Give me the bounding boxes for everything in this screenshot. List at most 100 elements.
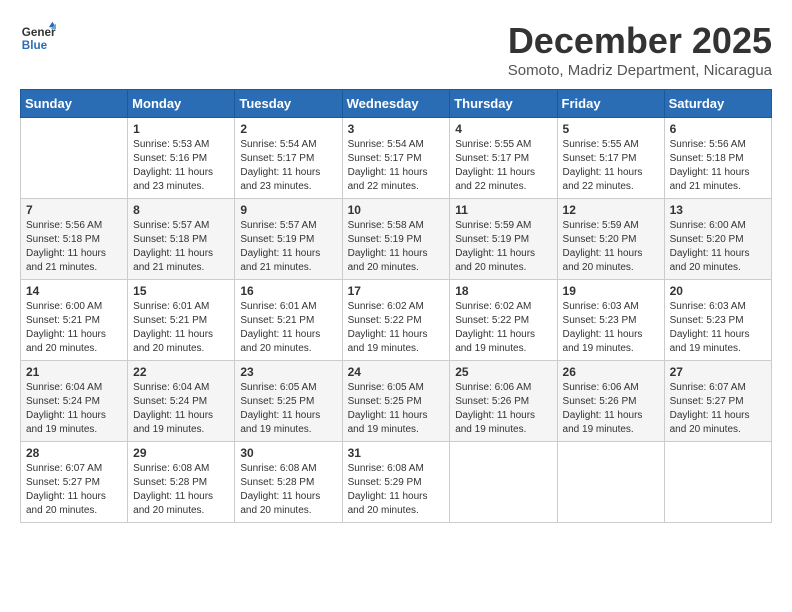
week-row-1: 1 Sunrise: 5:53 AMSunset: 5:16 PMDaylight… [21, 118, 772, 199]
page-header: General Blue December 2025 Somoto, Madri… [20, 20, 772, 79]
day-info: Sunrise: 6:08 AMSunset: 5:28 PMDaylight:… [240, 462, 336, 518]
header-cell-wednesday: Wednesday [342, 90, 450, 118]
svg-text:General: General [22, 26, 56, 39]
day-cell-30: 30 Sunrise: 6:08 AMSunset: 5:28 PMDayligh… [235, 442, 342, 523]
week-row-3: 14 Sunrise: 6:00 AMSunset: 5:21 PMDayligh… [21, 280, 772, 361]
day-cell-28: 28Sunrise: 6:07 AMSunset: 5:27 PMDayligh… [21, 442, 128, 523]
day-number: 20 [670, 284, 766, 298]
day-cell-24: 24 Sunrise: 6:05 AMSunset: 5:25 PMDayligh… [342, 361, 450, 442]
day-cell-31: 31 Sunrise: 6:08 AMSunset: 5:29 PMDayligh… [342, 442, 450, 523]
day-number: 29 [133, 446, 229, 460]
empty-cell [21, 118, 128, 199]
week-row-2: 7 Sunrise: 5:56 AMSunset: 5:18 PMDaylight… [21, 199, 772, 280]
day-info: Sunrise: 6:06 AMSunset: 5:26 PMDaylight:… [563, 381, 659, 437]
day-cell-25: 25Sunrise: 6:06 AMSunset: 5:26 PMDayligh… [450, 361, 557, 442]
day-cell-15: 15 Sunrise: 6:01 AMSunset: 5:21 PMDayligh… [128, 280, 235, 361]
day-info: Sunrise: 5:53 AMSunset: 5:16 PMDaylight:… [133, 138, 229, 194]
day-number: 31 [348, 446, 445, 460]
day-info: Sunrise: 6:00 AMSunset: 5:21 PMDaylight:… [26, 300, 122, 356]
day-cell-26: 26 Sunrise: 6:06 AMSunset: 5:26 PMDayligh… [557, 361, 664, 442]
day-info: Sunrise: 5:55 AMSunset: 5:17 PMDaylight:… [455, 138, 551, 194]
day-cell-1: 1 Sunrise: 5:53 AMSunset: 5:16 PMDaylight… [128, 118, 235, 199]
day-info: Sunrise: 6:05 AMSunset: 5:25 PMDaylight:… [348, 381, 445, 437]
day-cell-2: 2 Sunrise: 5:54 AMSunset: 5:17 PMDaylight… [235, 118, 342, 199]
day-info: Sunrise: 5:57 AMSunset: 5:19 PMDaylight:… [240, 219, 336, 275]
day-info: Sunrise: 5:56 AMSunset: 5:18 PMDaylight:… [26, 219, 122, 275]
day-number: 4 [455, 122, 551, 136]
day-number: 25 [455, 365, 551, 379]
day-info: Sunrise: 6:01 AMSunset: 5:21 PMDaylight:… [240, 300, 336, 356]
day-number: 11 [455, 203, 551, 217]
day-cell-9: 9 Sunrise: 5:57 AMSunset: 5:19 PMDaylight… [235, 199, 342, 280]
day-info: Sunrise: 6:00 AMSunset: 5:20 PMDaylight:… [670, 219, 766, 275]
day-number: 24 [348, 365, 445, 379]
calendar-body: 1 Sunrise: 5:53 AMSunset: 5:16 PMDaylight… [21, 118, 772, 523]
empty-cell [664, 442, 771, 523]
day-cell-18: 18Sunrise: 6:02 AMSunset: 5:22 PMDayligh… [450, 280, 557, 361]
day-info: Sunrise: 5:58 AMSunset: 5:19 PMDaylight:… [348, 219, 445, 275]
day-info: Sunrise: 5:55 AMSunset: 5:17 PMDaylight:… [563, 138, 659, 194]
day-number: 30 [240, 446, 336, 460]
day-number: 23 [240, 365, 336, 379]
header-cell-thursday: Thursday [450, 90, 557, 118]
location: Somoto, Madriz Department, Nicaragua [508, 62, 772, 79]
day-info: Sunrise: 5:59 AMSunset: 5:19 PMDaylight:… [455, 219, 551, 275]
day-info: Sunrise: 6:05 AMSunset: 5:25 PMDaylight:… [240, 381, 336, 437]
day-number: 16 [240, 284, 336, 298]
day-info: Sunrise: 6:08 AMSunset: 5:29 PMDaylight:… [348, 462, 445, 518]
day-info: Sunrise: 6:08 AMSunset: 5:28 PMDaylight:… [133, 462, 229, 518]
day-cell-13: 13 Sunrise: 6:00 AMSunset: 5:20 PMDayligh… [664, 199, 771, 280]
day-number: 7 [26, 203, 122, 217]
day-number: 26 [563, 365, 659, 379]
day-info: Sunrise: 6:07 AMSunset: 5:27 PMDaylight:… [670, 381, 766, 437]
day-number: 27 [670, 365, 766, 379]
day-number: 2 [240, 122, 336, 136]
title-section: December 2025 Somoto, Madriz Department,… [508, 20, 772, 79]
day-number: 6 [670, 122, 766, 136]
day-cell-12: 12Sunrise: 5:59 AMSunset: 5:20 PMDayligh… [557, 199, 664, 280]
day-number: 13 [670, 203, 766, 217]
day-cell-5: 5 Sunrise: 5:55 AMSunset: 5:17 PMDaylight… [557, 118, 664, 199]
day-number: 17 [348, 284, 445, 298]
day-number: 28 [26, 446, 122, 460]
day-cell-3: 3Sunrise: 5:54 AMSunset: 5:17 PMDaylight… [342, 118, 450, 199]
day-number: 1 [133, 122, 229, 136]
day-number: 8 [133, 203, 229, 217]
day-info: Sunrise: 6:01 AMSunset: 5:21 PMDaylight:… [133, 300, 229, 356]
day-cell-29: 29 Sunrise: 6:08 AMSunset: 5:28 PMDayligh… [128, 442, 235, 523]
day-cell-22: 22 Sunrise: 6:04 AMSunset: 5:24 PMDayligh… [128, 361, 235, 442]
month-title: December 2025 [508, 20, 772, 62]
day-number: 15 [133, 284, 229, 298]
day-number: 21 [26, 365, 122, 379]
day-info: Sunrise: 6:02 AMSunset: 5:22 PMDaylight:… [348, 300, 445, 356]
day-info: Sunrise: 6:04 AMSunset: 5:24 PMDaylight:… [133, 381, 229, 437]
day-number: 12 [563, 203, 659, 217]
day-cell-10: 10 Sunrise: 5:58 AMSunset: 5:19 PMDayligh… [342, 199, 450, 280]
header-cell-saturday: Saturday [664, 90, 771, 118]
day-info: Sunrise: 5:57 AMSunset: 5:18 PMDaylight:… [133, 219, 229, 275]
calendar-table: SundayMondayTuesdayWednesdayThursdayFrid… [20, 89, 772, 523]
day-number: 3 [348, 122, 445, 136]
header-cell-monday: Monday [128, 90, 235, 118]
day-cell-23: 23 Sunrise: 6:05 AMSunset: 5:25 PMDayligh… [235, 361, 342, 442]
day-cell-17: 17 Sunrise: 6:02 AMSunset: 5:22 PMDayligh… [342, 280, 450, 361]
day-info: Sunrise: 6:04 AMSunset: 5:24 PMDaylight:… [26, 381, 122, 437]
day-number: 14 [26, 284, 122, 298]
day-cell-27: 27 Sunrise: 6:07 AMSunset: 5:27 PMDayligh… [664, 361, 771, 442]
calendar-header: SundayMondayTuesdayWednesdayThursdayFrid… [21, 90, 772, 118]
day-number: 9 [240, 203, 336, 217]
day-info: Sunrise: 6:03 AMSunset: 5:23 PMDaylight:… [563, 300, 659, 356]
day-number: 10 [348, 203, 445, 217]
header-cell-sunday: Sunday [21, 90, 128, 118]
day-cell-11: 11 Sunrise: 5:59 AMSunset: 5:19 PMDayligh… [450, 199, 557, 280]
header-cell-tuesday: Tuesday [235, 90, 342, 118]
day-info: Sunrise: 5:54 AMSunset: 5:17 PMDaylight:… [240, 138, 336, 194]
svg-text:Blue: Blue [22, 39, 48, 52]
day-number: 5 [563, 122, 659, 136]
day-cell-8: 8 Sunrise: 5:57 AMSunset: 5:18 PMDaylight… [128, 199, 235, 280]
empty-cell [557, 442, 664, 523]
day-number: 22 [133, 365, 229, 379]
day-number: 18 [455, 284, 551, 298]
day-cell-4: 4 Sunrise: 5:55 AMSunset: 5:17 PMDaylight… [450, 118, 557, 199]
week-row-4: 21 Sunrise: 6:04 AMSunset: 5:24 PMDayligh… [21, 361, 772, 442]
